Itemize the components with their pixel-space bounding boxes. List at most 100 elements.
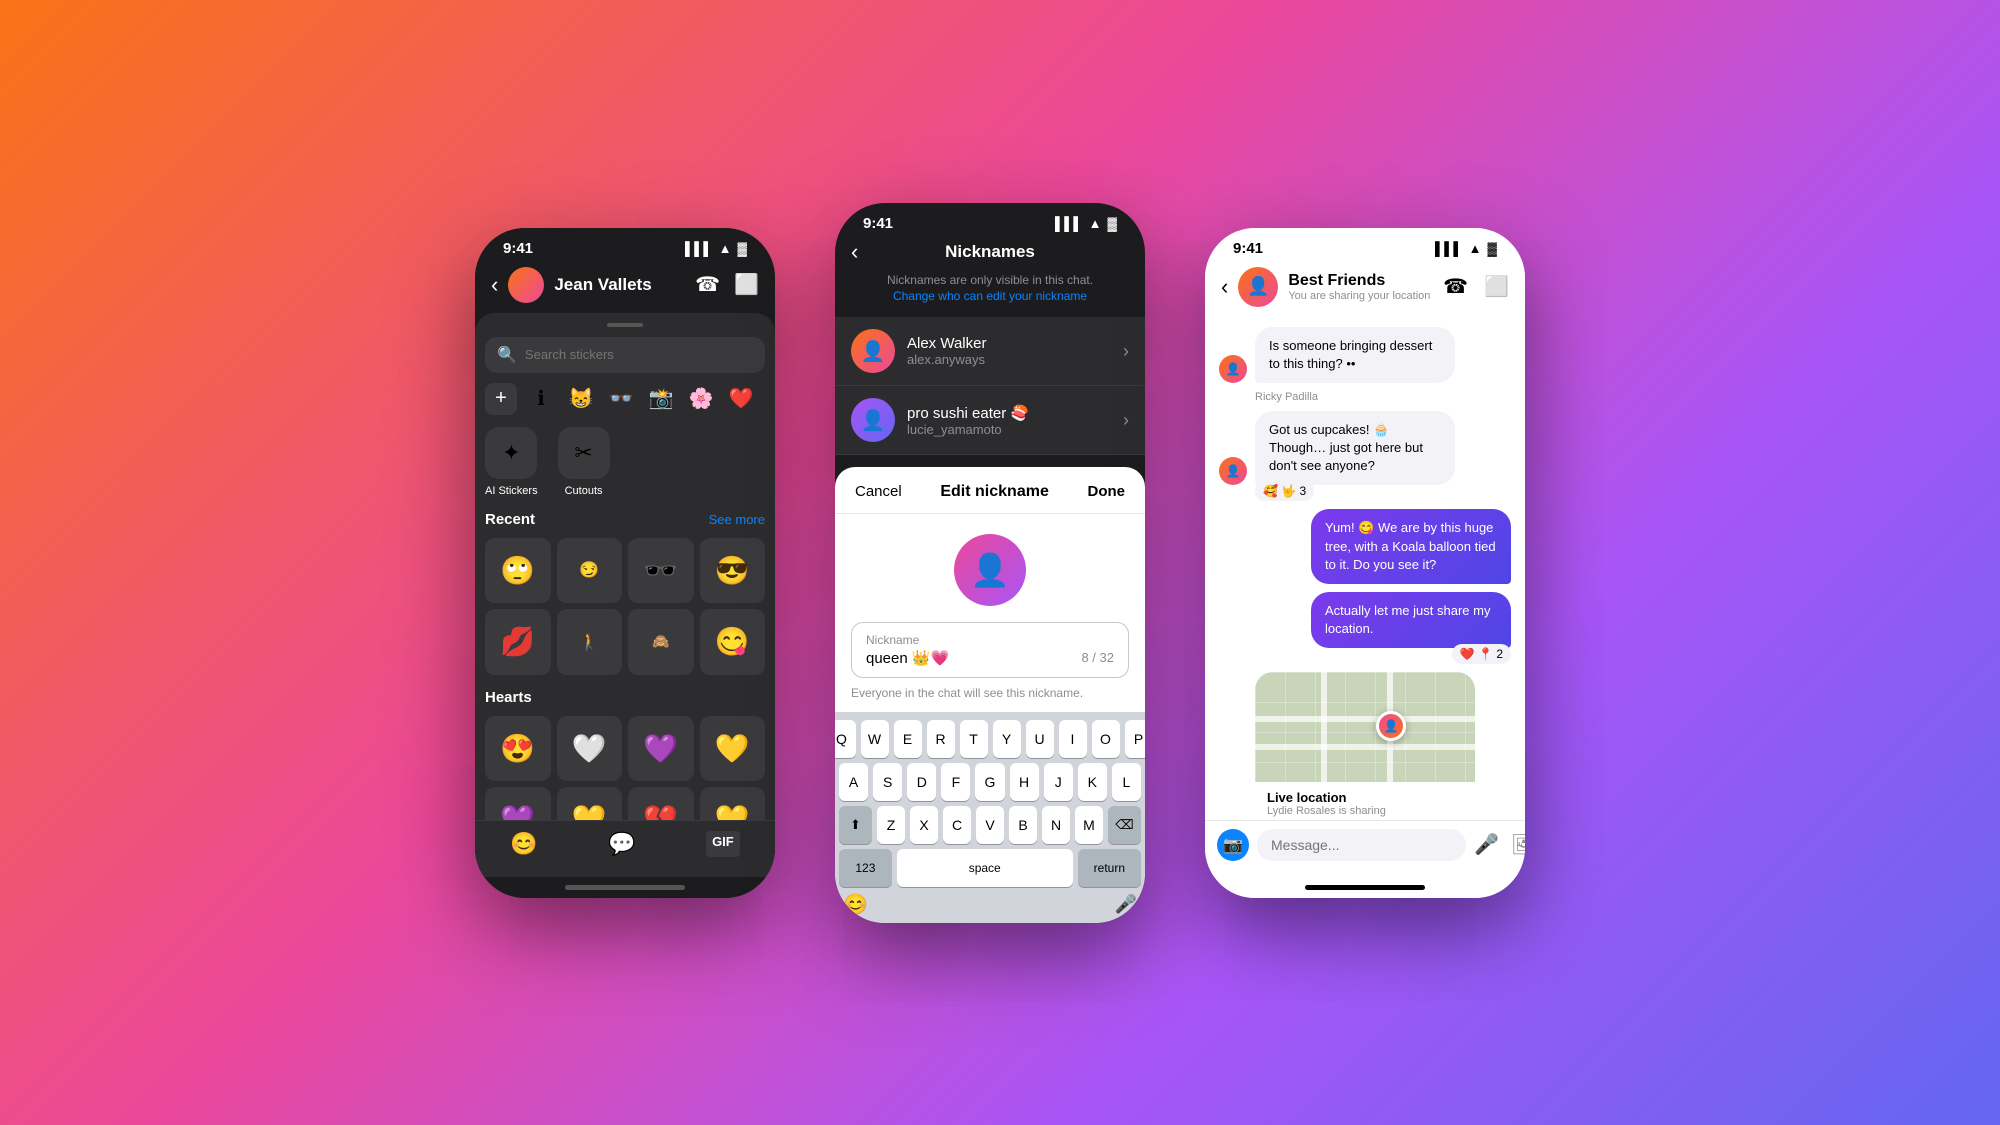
modal-title: Edit nickname (940, 483, 1048, 501)
msg-bubble-1: Is someone bringing dessert to this thin… (1255, 327, 1455, 383)
msg-bubble-4: Actually let me just share my location. (1311, 592, 1511, 648)
cutouts-icon: ✂ (558, 427, 610, 479)
cat-icon-6[interactable]: ❤️ (725, 383, 757, 415)
key-b[interactable]: B (1009, 806, 1037, 844)
key-space[interactable]: space (897, 849, 1073, 887)
nickname-item-1[interactable]: 👤 Alex Walker alex.anyways › (835, 317, 1145, 386)
key-i[interactable]: I (1059, 720, 1087, 758)
key-s[interactable]: S (873, 763, 902, 801)
key-h[interactable]: H (1010, 763, 1039, 801)
done-button[interactable]: Done (1088, 483, 1126, 500)
sticker-lbh[interactable]: 😏 (557, 538, 623, 604)
sticker-3[interactable]: 🕶️ (628, 538, 694, 604)
back-button-1[interactable]: ‹ (491, 272, 498, 298)
map-info: Live location Lydie Rosales is sharing V… (1255, 782, 1475, 819)
key-p[interactable]: P (1125, 720, 1146, 758)
key-l[interactable]: L (1112, 763, 1141, 801)
sticker-tab-sticker[interactable]: 💬 (608, 831, 635, 857)
cat-icon-5[interactable]: 🌸 (685, 383, 717, 415)
sticker-yup[interactable]: 🙄 (485, 538, 551, 604)
key-a[interactable]: A (839, 763, 868, 801)
search-stickers-bar[interactable]: 🔍 (485, 337, 765, 373)
key-r[interactable]: R (927, 720, 955, 758)
cancel-button[interactable]: Cancel (855, 483, 902, 500)
modal-avatar-wrap: 👤 (835, 514, 1145, 622)
key-k[interactable]: K (1078, 763, 1107, 801)
heart-sticker-3[interactable]: 💜 (628, 716, 694, 782)
key-shift[interactable]: ⬆ (839, 806, 872, 844)
sticker-8[interactable]: 😋 (700, 609, 766, 675)
heart-sticker-4[interactable]: 💛 (700, 716, 766, 782)
video-icon-1[interactable]: ⬜ (734, 272, 759, 297)
chat-header-3: ‹ 👤 Best Friends You are sharing your lo… (1205, 261, 1525, 317)
key-x[interactable]: X (910, 806, 938, 844)
key-v[interactable]: V (976, 806, 1004, 844)
sticker-tab-emoji[interactable]: 😊 (510, 831, 537, 857)
key-f[interactable]: F (941, 763, 970, 801)
sticker-tab-gif[interactable]: GIF (706, 831, 740, 857)
nickname-item-2[interactable]: 👤 pro sushi eater 🍣 lucie_yamamoto › (835, 386, 1145, 455)
back-button-2[interactable]: ‹ (851, 239, 858, 265)
key-t[interactable]: T (960, 720, 988, 758)
video-icon-3[interactable]: ⬜ (1484, 274, 1509, 299)
back-button-3[interactable]: ‹ (1221, 274, 1228, 300)
heart-sticker-8[interactable]: 💛 (700, 787, 766, 820)
msg-bubble-2: Got us cupcakes! 🧁 Though… just got here… (1255, 411, 1455, 486)
map-grid (1255, 672, 1475, 782)
key-d[interactable]: D (907, 763, 936, 801)
key-123[interactable]: 123 (839, 849, 892, 887)
contact-name-1: Jean Vallets (554, 275, 685, 295)
see-more-button[interactable]: See more (709, 512, 765, 527)
search-stickers-input[interactable] (525, 347, 753, 362)
heart-sticker-7[interactable]: 💔 (628, 787, 694, 820)
mic-button[interactable]: 🎤 (1115, 894, 1137, 915)
call-icon-1[interactable]: ☎ (695, 272, 720, 297)
key-q[interactable]: Q (835, 720, 856, 758)
camera-icon[interactable]: 📷 (1217, 829, 1249, 861)
heart-sticker-2[interactable]: 🤍 (557, 716, 623, 782)
map-bubble: 👤 Live location Lydie Rosales is sharing… (1255, 672, 1475, 819)
image-input-icon[interactable]: 🖼 (1511, 832, 1525, 857)
time-1: 9:41 (503, 240, 533, 257)
kb-row-4: 123 space return (839, 849, 1141, 887)
emoji-button[interactable]: 😊 (843, 892, 868, 917)
sticker-4[interactable]: 😎 (700, 538, 766, 604)
cat-icon-3[interactable]: 👓 (605, 383, 637, 415)
cat-icon-4[interactable]: 📸 (645, 383, 677, 415)
key-j[interactable]: J (1044, 763, 1073, 801)
key-m[interactable]: M (1075, 806, 1103, 844)
key-z[interactable]: Z (877, 806, 905, 844)
sticker-7[interactable]: 🙈 (628, 609, 694, 675)
cutouts-item[interactable]: ✂ Cutouts (558, 427, 610, 497)
cat-icon-2[interactable]: 😸 (565, 383, 597, 415)
add-category-button[interactable]: + (485, 383, 517, 415)
heart-sticker-5[interactable]: 💜 (485, 787, 551, 820)
key-w[interactable]: W (861, 720, 889, 758)
sticker-6[interactable]: 🚶 (557, 609, 623, 675)
change-nickname-link[interactable]: Change who can edit your nickname (893, 289, 1087, 303)
key-y[interactable]: Y (993, 720, 1021, 758)
ai-stickers-item[interactable]: ✦ AI Stickers (485, 427, 538, 497)
cat-icon-1[interactable]: ℹ (525, 383, 557, 415)
key-u[interactable]: U (1026, 720, 1054, 758)
key-g[interactable]: G (975, 763, 1004, 801)
heart-sticker-1[interactable]: 😍 (485, 716, 551, 782)
call-icon-3[interactable]: ☎ (1443, 274, 1468, 299)
nickname-name-1: Alex Walker (907, 335, 1123, 352)
key-return[interactable]: return (1078, 849, 1141, 887)
modal-avatar: 👤 (954, 534, 1026, 606)
key-c[interactable]: C (943, 806, 971, 844)
mic-input-icon[interactable]: 🎤 (1474, 832, 1499, 857)
nickname-input-label: Nickname (866, 633, 1114, 647)
nickname-username-1: alex.anyways (907, 352, 1123, 367)
nickname-input-wrap[interactable]: Nickname queen 👑💗 8 / 32 (851, 622, 1129, 678)
key-n[interactable]: N (1042, 806, 1070, 844)
message-input[interactable] (1257, 829, 1466, 861)
key-delete[interactable]: ⌫ (1108, 806, 1141, 844)
key-e[interactable]: E (894, 720, 922, 758)
heart-sticker-6[interactable]: 💛 (557, 787, 623, 820)
sticker-5[interactable]: 💋 (485, 609, 551, 675)
key-o[interactable]: O (1092, 720, 1120, 758)
sticker-panel: 🔍 + ℹ 😸 👓 📸 🌸 ❤️ 🌐 ✦ AI Stickers (475, 313, 775, 820)
sticker-bottom-tabs: 😊 💬 GIF (475, 820, 775, 877)
